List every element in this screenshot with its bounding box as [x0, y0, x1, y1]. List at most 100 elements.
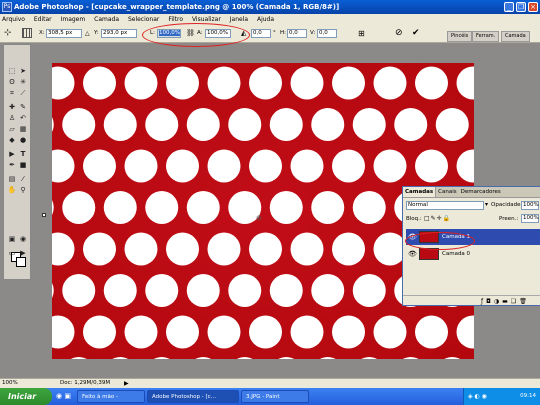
new-layer-icon[interactable]: ❏ [511, 298, 519, 305]
tab-camada[interactable]: Camada [501, 31, 530, 42]
magic-wand-icon[interactable]: ✳ [18, 78, 28, 87]
mask-icon[interactable]: ◘ [486, 298, 494, 305]
maximize-button[interactable]: ❐ [516, 2, 526, 12]
polka-dot [332, 315, 365, 349]
crop-tool-icon[interactable]: ⌗ [7, 89, 17, 98]
polka-dot [83, 232, 116, 266]
transform-handle-left[interactable] [42, 213, 46, 217]
jump-to-imageready-icon[interactable]: ▶ [18, 249, 28, 258]
eyedropper-icon[interactable]: ⁄ [18, 175, 28, 184]
menu-editar[interactable]: Editar [34, 16, 52, 23]
quick-mask-icon[interactable]: ◉ [18, 235, 28, 244]
polka-dot [112, 357, 129, 359]
hand-tool-icon[interactable]: ✋ [7, 186, 17, 195]
vskew-field[interactable]: 0,0 [317, 29, 337, 38]
notes-tool-icon[interactable]: ▤ [7, 175, 17, 184]
polka-dot [124, 315, 158, 349]
task-window-1[interactable]: Feito à mão - Window... [77, 390, 145, 403]
menu-filtro[interactable]: Filtro [168, 16, 183, 23]
polka-dot [52, 117, 54, 132]
warp-icon[interactable]: ⊞ [358, 29, 365, 38]
marquee-tool-icon[interactable]: ⬚ [7, 67, 17, 76]
menu-ajuda[interactable]: Ajuda [257, 16, 274, 23]
menu-camada[interactable]: Camada [94, 16, 119, 23]
polka-dot [166, 232, 199, 266]
zoom-level[interactable]: 100% [2, 379, 18, 388]
type-tool-icon[interactable]: T [18, 150, 28, 159]
dodge-tool-icon[interactable]: ● [18, 136, 28, 145]
polka-dot [278, 357, 295, 359]
tab-canais[interactable]: Canais [436, 187, 458, 197]
polka-dot [290, 315, 324, 349]
photoshop-logo-icon: Ps [2, 2, 12, 12]
commit-transform-icon[interactable]: ✔ [412, 28, 420, 38]
polka-dot [52, 283, 54, 298]
path-select-icon[interactable]: ▶ [7, 150, 17, 159]
brush-tool-icon[interactable]: ✎ [18, 103, 28, 112]
menu-arquivo[interactable]: Arquivo [2, 16, 25, 23]
toolbox: ⬚ ➤ ʘ ✳ ⌗ ⟋ ✚ ✎ ♙ ↶ ▱ ▦ ◆ ● ▶ T ✒ ■ ▤ ⁄ … [3, 44, 31, 280]
screen-mode-icon[interactable]: ▭ [7, 249, 17, 258]
history-brush-icon[interactable]: ↶ [18, 114, 28, 123]
tab-ferramentas[interactable]: Ferram. [472, 31, 500, 42]
folder-icon[interactable]: ▬ [502, 298, 511, 305]
menu-selecionar[interactable]: Selecionar [128, 16, 159, 23]
trash-icon[interactable]: 🗑 [519, 298, 530, 305]
menu-visualizar[interactable]: Visualizar [192, 16, 221, 23]
standard-mode-icon[interactable]: ▣ [7, 235, 17, 244]
eye-icon[interactable]: 👁 [408, 246, 417, 262]
shape-tool-icon[interactable]: ■ [18, 161, 28, 170]
tab-demarcadores[interactable]: Demarcadores [459, 187, 503, 197]
transform-center-icon[interactable]: ⊕ [256, 214, 262, 222]
minimize-button[interactable]: _ [504, 2, 514, 12]
polka-dot [373, 149, 407, 183]
window-title: Adobe Photoshop - [cupcake_wrapper_templ… [14, 3, 340, 11]
clock[interactable]: 09:14 [520, 393, 536, 399]
start-button[interactable]: Iniciar [0, 388, 52, 405]
quick-launch-icons[interactable]: ◉ ▣ [56, 392, 71, 400]
healing-brush-icon[interactable]: ✚ [7, 103, 17, 112]
slice-tool-icon[interactable]: ⟋ [18, 89, 28, 98]
tray-icons[interactable]: ◈ ◐ ◉ [468, 393, 487, 400]
lock-icons[interactable]: □✎✛🔒 [424, 215, 451, 222]
status-arrow-icon[interactable]: ▶ [124, 379, 129, 388]
pen-tool-icon[interactable]: ✒ [7, 161, 17, 170]
polka-dot [435, 108, 469, 141]
x-field[interactable]: 308,5 px [46, 29, 82, 38]
polka-dot [186, 191, 220, 224]
polka-dot [124, 66, 158, 100]
reference-point-icon[interactable] [22, 28, 32, 38]
relative-position-icon[interactable]: △ [85, 30, 90, 37]
polka-dot [311, 191, 345, 224]
clone-stamp-icon[interactable]: ♙ [7, 114, 17, 123]
adjustment-icon[interactable]: ◑ [494, 298, 502, 305]
y-label: Y: [94, 30, 99, 36]
polka-dot [415, 149, 448, 183]
chevron-down-icon[interactable]: ▾ [485, 201, 488, 208]
move-icon[interactable]: ➤ [18, 67, 28, 76]
fill-field[interactable]: 100% [521, 214, 539, 223]
blur-tool-icon[interactable]: ◆ [7, 136, 17, 145]
task-photoshop[interactable]: Adobe Photoshop - [c... [147, 390, 239, 403]
tab-camadas[interactable]: Camadas [403, 187, 437, 197]
menu-imagem[interactable]: Imagem [61, 16, 86, 23]
blend-mode-select[interactable]: Normal [406, 201, 484, 210]
gradient-tool-icon[interactable]: ▦ [18, 125, 28, 134]
cancel-transform-icon[interactable]: ⊘ [395, 28, 403, 38]
task-paint[interactable]: 3.JPG - Paint [241, 390, 309, 403]
move-tool-icon[interactable]: ⊹ [4, 28, 12, 38]
zoom-tool-icon[interactable]: ⚲ [18, 186, 28, 195]
background-color-swatch[interactable] [16, 257, 26, 267]
close-button[interactable]: × [528, 2, 538, 12]
hskew-field[interactable]: 0,0 [287, 29, 307, 38]
polka-dot [145, 108, 179, 141]
menu-janela[interactable]: Janela [230, 16, 248, 23]
angle-field[interactable]: 0,0 [251, 29, 271, 38]
y-field[interactable]: 293,0 px [101, 29, 137, 38]
lasso-tool-icon[interactable]: ʘ [7, 78, 17, 87]
opacity-field[interactable]: 100% [521, 201, 539, 210]
layers-panel-tabs: Camadas Canais Demarcadores [403, 187, 540, 198]
polka-dot [373, 315, 407, 349]
tab-pinceis[interactable]: Pincéis [447, 31, 473, 42]
eraser-tool-icon[interactable]: ▱ [7, 125, 17, 134]
